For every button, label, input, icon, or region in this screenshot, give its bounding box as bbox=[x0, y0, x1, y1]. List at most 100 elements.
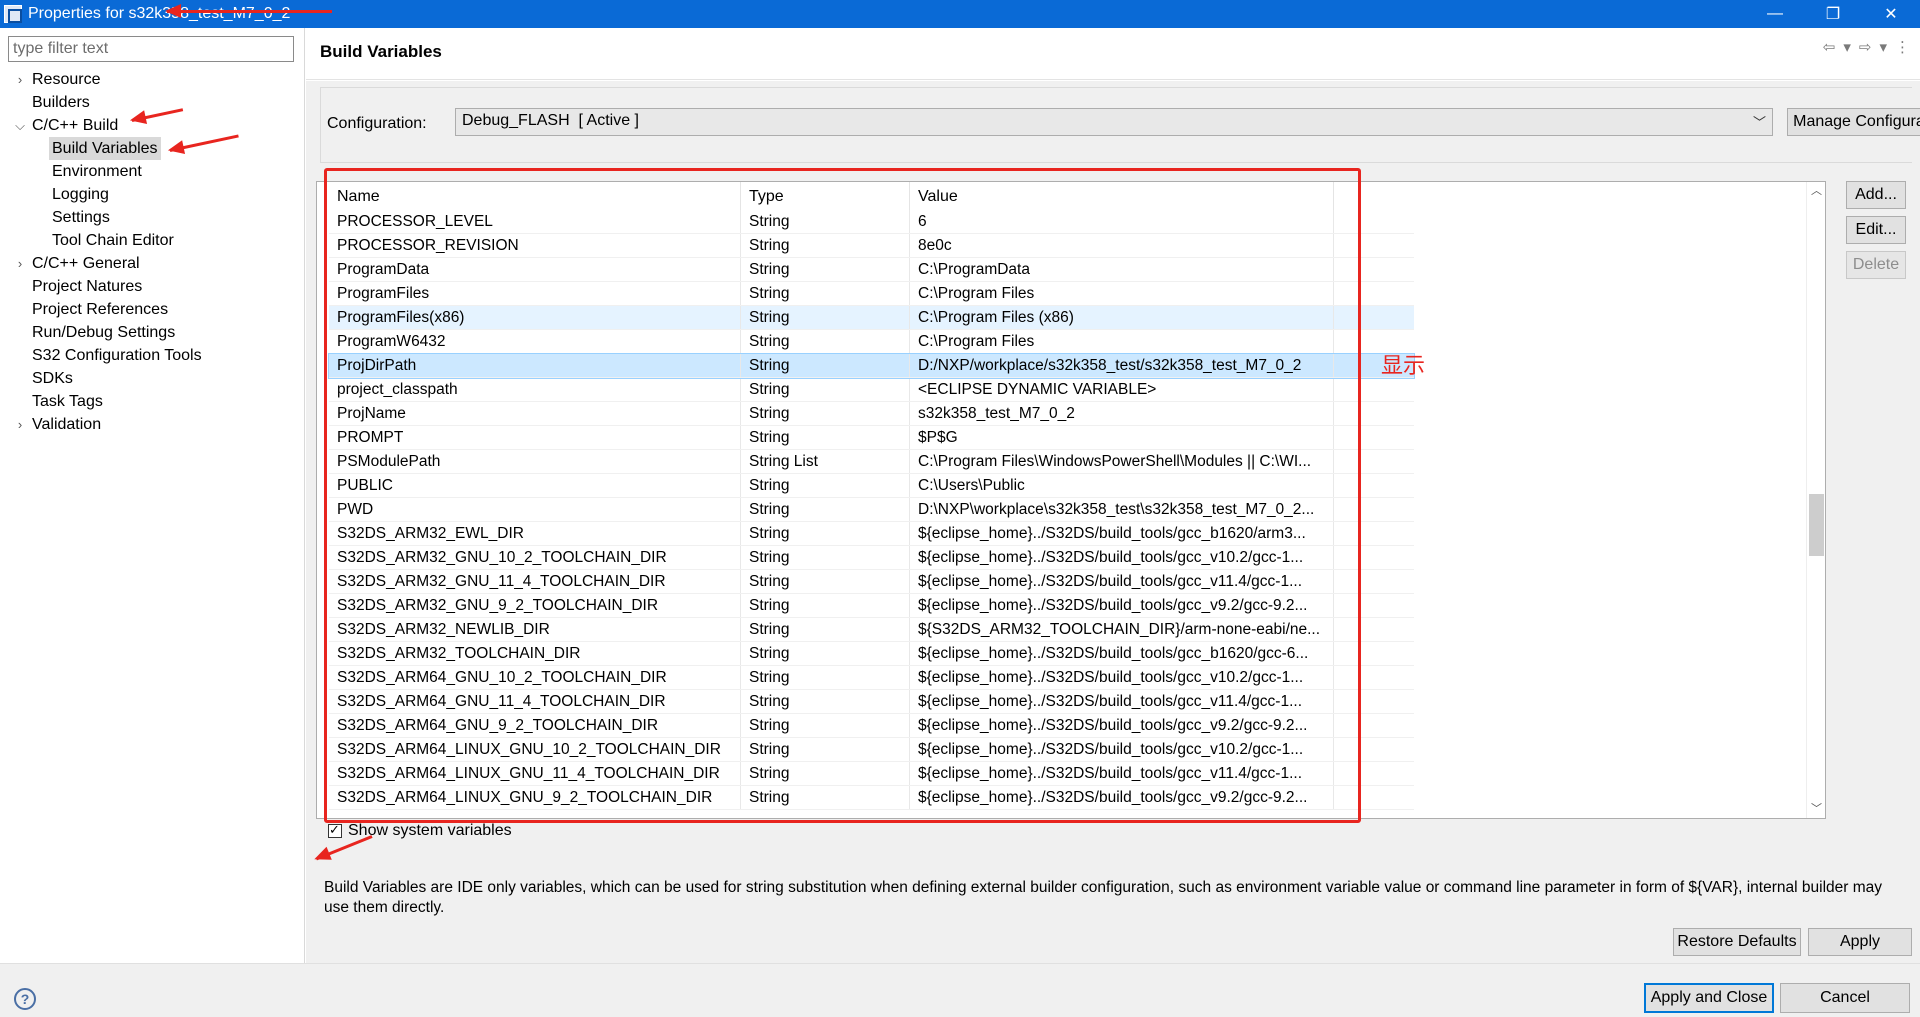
table-row[interactable]: S32DS_ARM32_GNU_9_2_TOOLCHAIN_DIR String $… bbox=[329, 594, 1414, 618]
table-row[interactable]: S32DS_ARM32_EWL_DIR String ${eclipse_home}… bbox=[329, 522, 1414, 546]
sidebar-item[interactable]: Tool Chain Editor bbox=[0, 229, 305, 252]
chevron-right-icon[interactable]: › bbox=[14, 252, 26, 275]
cell-name: S32DS_ARM32_NEWLIB_DIR bbox=[329, 618, 741, 641]
sidebar-item[interactable]: › Resource bbox=[0, 68, 305, 91]
cell-type: String List bbox=[741, 450, 910, 473]
restore-icon[interactable]: ❐ bbox=[1804, 0, 1862, 28]
back-dropdown-icon[interactable]: ▾ bbox=[1843, 38, 1851, 56]
table-row[interactable]: S32DS_ARM32_TOOLCHAIN_DIR String ${eclipse… bbox=[329, 642, 1414, 666]
table-row[interactable]: S32DS_ARM64_LINUX_GNU_10_2_TOOLCHAIN_DIR… bbox=[329, 738, 1414, 762]
property-tree: › Resource Builders ⌵ C/C++ Build Build Varia… bbox=[0, 68, 305, 436]
view-menu-icon[interactable]: ⋮ bbox=[1895, 38, 1910, 56]
table-row[interactable]: ProjDirPath String D:/NXP/workplace/s32k35… bbox=[328, 353, 1415, 379]
sidebar-item[interactable]: Settings bbox=[0, 206, 305, 229]
table-row[interactable]: PWD String D:\NXP\workplace\s32k358_test\s… bbox=[329, 498, 1414, 522]
column-header-name[interactable]: Name bbox=[329, 182, 741, 210]
cell-value: C:\Program Files (x86) bbox=[910, 306, 1334, 329]
filter-input[interactable] bbox=[8, 36, 294, 62]
chevron-right-icon[interactable]: › bbox=[14, 413, 26, 436]
sidebar-item[interactable]: S32 Configuration Tools bbox=[0, 344, 305, 367]
table-row[interactable]: S32DS_ARM64_LINUX_GNU_11_4_TOOLCHAIN_DIR… bbox=[329, 762, 1414, 786]
table-row[interactable]: ProjName String s32k358_test_M7_0_2 bbox=[329, 402, 1414, 426]
cell-value: ${eclipse_home}../S32DS/build_tools/gcc_… bbox=[910, 594, 1334, 617]
cell-value: ${S32DS_ARM32_TOOLCHAIN_DIR}/arm-none-ea… bbox=[910, 618, 1334, 641]
scrollbar-thumb[interactable] bbox=[1809, 494, 1824, 556]
cell-type: String bbox=[741, 474, 910, 497]
table-row[interactable]: S32DS_ARM32_GNU_10_2_TOOLCHAIN_DIR String… bbox=[329, 546, 1414, 570]
cell-value: D:/NXP/workplace/s32k358_test/s32k358_te… bbox=[910, 354, 1334, 377]
cell-value: C:\ProgramData bbox=[910, 258, 1334, 281]
table-row[interactable]: S32DS_ARM32_NEWLIB_DIR String ${S32DS_ARM3… bbox=[329, 618, 1414, 642]
cell-name: S32DS_ARM32_EWL_DIR bbox=[329, 522, 741, 545]
scroll-down-icon[interactable]: ﹀ bbox=[1807, 800, 1825, 818]
forward-dropdown-icon[interactable]: ▾ bbox=[1879, 38, 1887, 56]
table-row[interactable]: S32DS_ARM64_GNU_9_2_TOOLCHAIN_DIR String $… bbox=[329, 714, 1414, 738]
table-row[interactable]: PROMPT String $P$G bbox=[329, 426, 1414, 450]
cell-value: ${eclipse_home}../S32DS/build_tools/gcc_… bbox=[910, 690, 1334, 713]
chevron-down-icon: ﹀ bbox=[1752, 115, 1766, 130]
cell-type: String bbox=[741, 762, 910, 785]
show-system-variables-row[interactable]: Show system variables bbox=[328, 822, 512, 840]
table-row[interactable]: S32DS_ARM64_GNU_11_4_TOOLCHAIN_DIR String… bbox=[329, 690, 1414, 714]
table-row[interactable]: PROCESSOR_REVISION String 8e0c bbox=[329, 234, 1414, 258]
sidebar-item[interactable]: › Validation bbox=[0, 413, 305, 436]
help-icon[interactable]: ? bbox=[14, 988, 36, 1010]
forward-icon[interactable]: ⇨ bbox=[1859, 38, 1872, 56]
sidebar-item-label: Validation bbox=[32, 416, 102, 433]
table-row[interactable]: S32DS_ARM32_GNU_11_4_TOOLCHAIN_DIR String… bbox=[329, 570, 1414, 594]
restore-defaults-button[interactable]: Restore Defaults bbox=[1673, 928, 1801, 956]
dialog-footer: ? Apply and Close Cancel bbox=[0, 963, 1920, 1017]
table-body: PROCESSOR_LEVEL String 6 PROCESSOR_REVISION… bbox=[328, 210, 1415, 810]
cell-type: String bbox=[741, 306, 910, 329]
sidebar-item[interactable]: Task Tags bbox=[0, 390, 305, 413]
table-row[interactable]: ProgramW6432 String C:\Program Files bbox=[329, 330, 1414, 354]
table-row[interactable]: PSModulePath String List C:\Program Files\… bbox=[329, 450, 1414, 474]
cell-type: String bbox=[741, 570, 910, 593]
sidebar-item[interactable]: Environment bbox=[0, 160, 305, 183]
table-row[interactable]: PROCESSOR_LEVEL String 6 bbox=[329, 210, 1414, 234]
close-icon[interactable]: ✕ bbox=[1862, 0, 1920, 28]
cell-name: PROCESSOR_REVISION bbox=[329, 234, 741, 257]
configuration-select[interactable]: Debug_FLASH [ Active ] ﹀ bbox=[455, 108, 1773, 136]
add-button[interactable]: Add... bbox=[1846, 181, 1906, 209]
column-header-value[interactable]: Value bbox=[910, 182, 1334, 210]
table-row[interactable]: ProgramFiles String C:\Program Files bbox=[329, 282, 1414, 306]
table-row[interactable]: S32DS_ARM64_GNU_10_2_TOOLCHAIN_DIR String… bbox=[329, 666, 1414, 690]
sidebar-item[interactable]: Project References bbox=[0, 298, 305, 321]
cell-name: S32DS_ARM64_GNU_11_4_TOOLCHAIN_DIR bbox=[329, 690, 741, 713]
table-row[interactable]: ProgramData String C:\ProgramData bbox=[329, 258, 1414, 282]
cell-type: String bbox=[741, 426, 910, 449]
table-row[interactable]: PUBLIC String C:\Users\Public bbox=[329, 474, 1414, 498]
cell-type: String bbox=[741, 522, 910, 545]
cell-type: String bbox=[741, 282, 910, 305]
sidebar-item[interactable]: Run/Debug Settings bbox=[0, 321, 305, 344]
table-row[interactable]: S32DS_ARM64_LINUX_GNU_9_2_TOOLCHAIN_DIR S… bbox=[329, 786, 1414, 810]
chevron-down-icon[interactable]: ⌵ bbox=[14, 114, 26, 137]
delete-button[interactable]: Delete bbox=[1846, 251, 1906, 279]
table-row[interactable]: ProgramFiles(x86) String C:\Program Files … bbox=[329, 306, 1414, 330]
cancel-button[interactable]: Cancel bbox=[1780, 983, 1910, 1013]
configuration-group: Configuration: Debug_FLASH [ Active ] ﹀ … bbox=[320, 87, 1920, 163]
show-system-variables-checkbox[interactable] bbox=[328, 822, 342, 838]
sidebar-item[interactable]: Builders bbox=[0, 91, 305, 114]
chevron-right-icon[interactable]: › bbox=[14, 68, 26, 91]
sidebar-item[interactable]: Logging bbox=[0, 183, 305, 206]
scroll-up-icon[interactable]: ︿ bbox=[1807, 182, 1825, 200]
minimize-icon[interactable]: — bbox=[1746, 0, 1804, 28]
sidebar-item[interactable]: Project Natures bbox=[0, 275, 305, 298]
sidebar: › Resource Builders ⌵ C/C++ Build Build Varia… bbox=[0, 28, 305, 963]
apply-and-close-button[interactable]: Apply and Close bbox=[1644, 983, 1774, 1013]
column-header-type[interactable]: Type bbox=[741, 182, 910, 210]
sidebar-item-label: Builders bbox=[32, 94, 90, 111]
sidebar-item[interactable]: › C/C++ General bbox=[0, 252, 305, 275]
edit-button[interactable]: Edit... bbox=[1846, 216, 1906, 244]
table-row[interactable]: project_classpath String <ECLIPSE DYNAMIC … bbox=[329, 378, 1414, 402]
apply-button[interactable]: Apply bbox=[1808, 928, 1912, 956]
vertical-scrollbar[interactable]: ︿ ﹀ bbox=[1806, 182, 1825, 818]
sidebar-item-label: Logging bbox=[52, 186, 109, 203]
manage-configurations-button[interactable]: Manage Configurations... bbox=[1787, 108, 1920, 136]
cell-name: S32DS_ARM64_LINUX_GNU_10_2_TOOLCHAIN_DIR bbox=[329, 738, 741, 761]
sidebar-item[interactable]: Build Variables bbox=[0, 137, 305, 160]
sidebar-item[interactable]: SDKs bbox=[0, 367, 305, 390]
back-icon[interactable]: ⇦ bbox=[1823, 38, 1836, 56]
